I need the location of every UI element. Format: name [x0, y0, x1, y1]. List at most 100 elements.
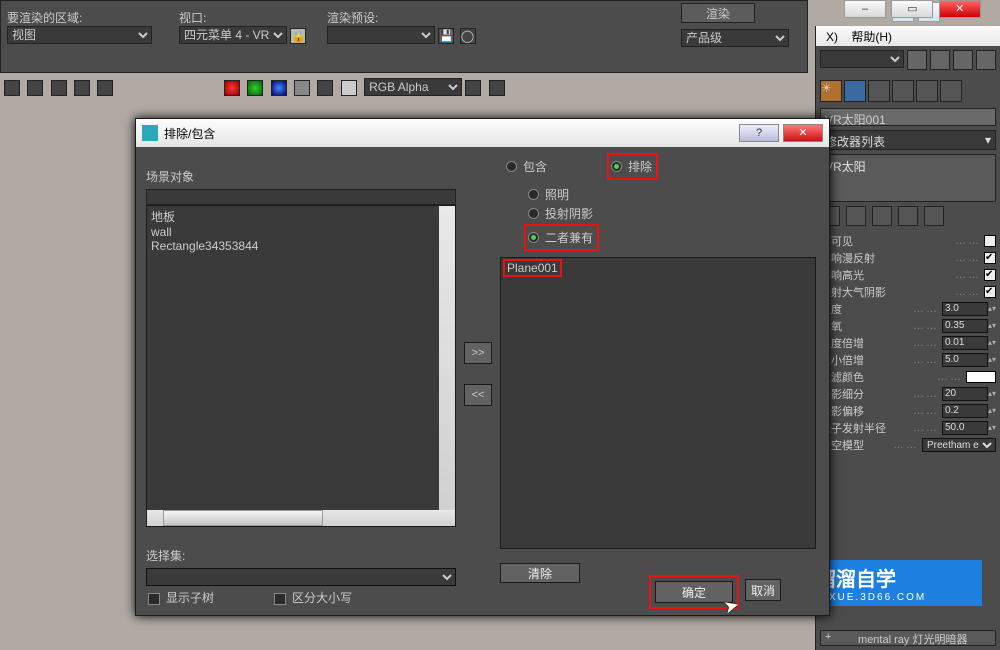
close-button[interactable]: ✕: [939, 0, 981, 18]
delete-icon[interactable]: [97, 80, 113, 96]
scrollbar-h-thumb[interactable]: [163, 510, 323, 526]
make-unique-icon[interactable]: [872, 206, 892, 226]
dialog-title: 排除/包含: [164, 125, 215, 142]
tool-b-icon[interactable]: [930, 50, 950, 70]
list-item[interactable]: Rectangle34353844: [151, 239, 451, 253]
scene-search-input[interactable]: [146, 189, 456, 205]
dialog-close-button[interactable]: ✕: [783, 124, 823, 142]
spinner[interactable]: [942, 302, 988, 316]
add-button[interactable]: >>: [464, 342, 492, 364]
prop-row: 不可见……: [820, 232, 996, 249]
cast-shadow-radio[interactable]: 投射阴影: [528, 205, 816, 222]
modify-tab-icon[interactable]: [844, 80, 866, 102]
panel-footer: + mental ray 灯光明暗器: [820, 630, 996, 646]
save-icon[interactable]: [4, 80, 20, 96]
include-radio[interactable]: 包含: [506, 155, 547, 178]
mono-icon[interactable]: [317, 80, 333, 96]
overlay-a-icon[interactable]: [465, 80, 481, 96]
prop-row: 光子发射半径……▴▾: [820, 419, 996, 436]
checkbox[interactable]: [984, 269, 996, 281]
both-radio[interactable]: 二者兼有: [528, 229, 593, 246]
spinner[interactable]: [942, 421, 988, 435]
render-mode-select[interactable]: 产品级: [681, 29, 789, 47]
clear-button[interactable]: 清除: [500, 563, 580, 583]
show-end-icon[interactable]: [846, 206, 866, 226]
save-preset-icon[interactable]: 💾: [438, 28, 454, 44]
viewport-label: 视口:: [179, 11, 206, 25]
spinner[interactable]: [942, 387, 988, 401]
minimize-button[interactable]: –: [844, 0, 886, 18]
scene-objects-list[interactable]: 地板wallRectangle34353844: [146, 205, 456, 527]
cancel-button[interactable]: 取消: [745, 579, 781, 601]
util-tab-icon[interactable]: [940, 80, 962, 102]
case-sensitive-checkbox[interactable]: 区分大小写: [274, 589, 352, 606]
prop-label: 影响高光: [820, 267, 952, 283]
display-tab-icon[interactable]: [916, 80, 938, 102]
print-icon[interactable]: [74, 80, 90, 96]
list-item[interactable]: 地板: [151, 208, 451, 225]
selection-set-label: 选择集:: [146, 547, 456, 564]
show-subtree-checkbox[interactable]: 显示子树: [148, 589, 214, 606]
list-item[interactable]: wall: [151, 225, 451, 239]
modifier-list-label: 修改器列表: [825, 135, 885, 149]
tool-d-icon[interactable]: [976, 50, 996, 70]
checkbox[interactable]: [984, 252, 996, 264]
lighting-radio[interactable]: 照明: [528, 186, 816, 203]
remove-button[interactable]: <<: [464, 384, 492, 406]
checkbox[interactable]: [984, 235, 996, 247]
lock-icon[interactable]: 🔒: [290, 28, 306, 44]
selection-set-select[interactable]: [146, 568, 456, 586]
menu-x[interactable]: X): [826, 30, 838, 44]
logo-sub: ZIXUE.3D66.COM: [816, 592, 926, 603]
dropdown[interactable]: Preetham et: [922, 438, 996, 452]
exclude-list[interactable]: Plane001: [500, 257, 816, 549]
render-button[interactable]: 渲染: [681, 3, 755, 23]
preset-select[interactable]: [327, 26, 435, 44]
prop-row: 影响高光……: [820, 266, 996, 283]
viewport-select[interactable]: 四元菜单 4 - VR摄: [179, 26, 287, 44]
maximize-button[interactable]: ▭: [891, 0, 933, 18]
clone-icon[interactable]: [51, 80, 67, 96]
copy-icon[interactable]: [27, 80, 43, 96]
hierarchy-tab-icon[interactable]: [868, 80, 890, 102]
history-select[interactable]: [820, 50, 904, 68]
create-tab-icon[interactable]: ☀: [820, 80, 842, 102]
spinner[interactable]: [942, 336, 988, 350]
exclude-include-dialog: 排除/包含 ? ✕ 场景对象 地板wallRectangle34353844 >…: [135, 118, 830, 616]
dialog-help-button[interactable]: ?: [739, 124, 779, 142]
spinner[interactable]: [942, 319, 988, 333]
scrollbar-v[interactable]: [439, 206, 455, 510]
checkbox[interactable]: [984, 286, 996, 298]
tool-c-icon[interactable]: [953, 50, 973, 70]
prop-row: 臭氧……▴▾: [820, 317, 996, 334]
prop-label: 影响漫反射: [820, 250, 952, 266]
region-select[interactable]: 视图: [7, 26, 152, 44]
tool-a-icon[interactable]: [907, 50, 927, 70]
bg-swatch[interactable]: [341, 80, 357, 96]
spinner[interactable]: [942, 353, 988, 367]
channel-r-icon[interactable]: [224, 80, 240, 96]
exclude-radio[interactable]: 排除: [611, 158, 652, 175]
remove-mod-icon[interactable]: [898, 206, 918, 226]
menu-help[interactable]: 帮助(H): [851, 30, 892, 44]
dialog-titlebar[interactable]: 排除/包含 ? ✕: [136, 119, 829, 147]
channel-g-icon[interactable]: [247, 80, 263, 96]
channel-a-icon[interactable]: [294, 80, 310, 96]
circle-icon[interactable]: ◯: [460, 28, 476, 44]
channel-select[interactable]: RGB Alpha: [364, 78, 462, 96]
prop-label: 强度: [820, 301, 910, 317]
command-panel: X) 帮助(H) ☀ VR太阳001 修改器列表 ▾ VR太阳 不可见……影响漫…: [815, 26, 1000, 650]
config-icon[interactable]: [924, 206, 944, 226]
channel-b-icon[interactable]: [271, 80, 287, 96]
color-swatch[interactable]: [966, 371, 996, 383]
overlay-b-icon[interactable]: [489, 80, 505, 96]
modifier-stack[interactable]: VR太阳: [820, 154, 996, 202]
spinner[interactable]: [942, 404, 988, 418]
prop-row: 天空模型……Preetham et: [820, 436, 996, 453]
object-name-field[interactable]: VR太阳001: [820, 108, 996, 126]
prop-label: 阴影偏移: [820, 403, 910, 419]
render-toolbar-row2: RGB Alpha: [0, 78, 808, 98]
motion-tab-icon[interactable]: [892, 80, 914, 102]
list-item[interactable]: Plane001: [503, 259, 562, 277]
prop-row: 大小倍增……▴▾: [820, 351, 996, 368]
